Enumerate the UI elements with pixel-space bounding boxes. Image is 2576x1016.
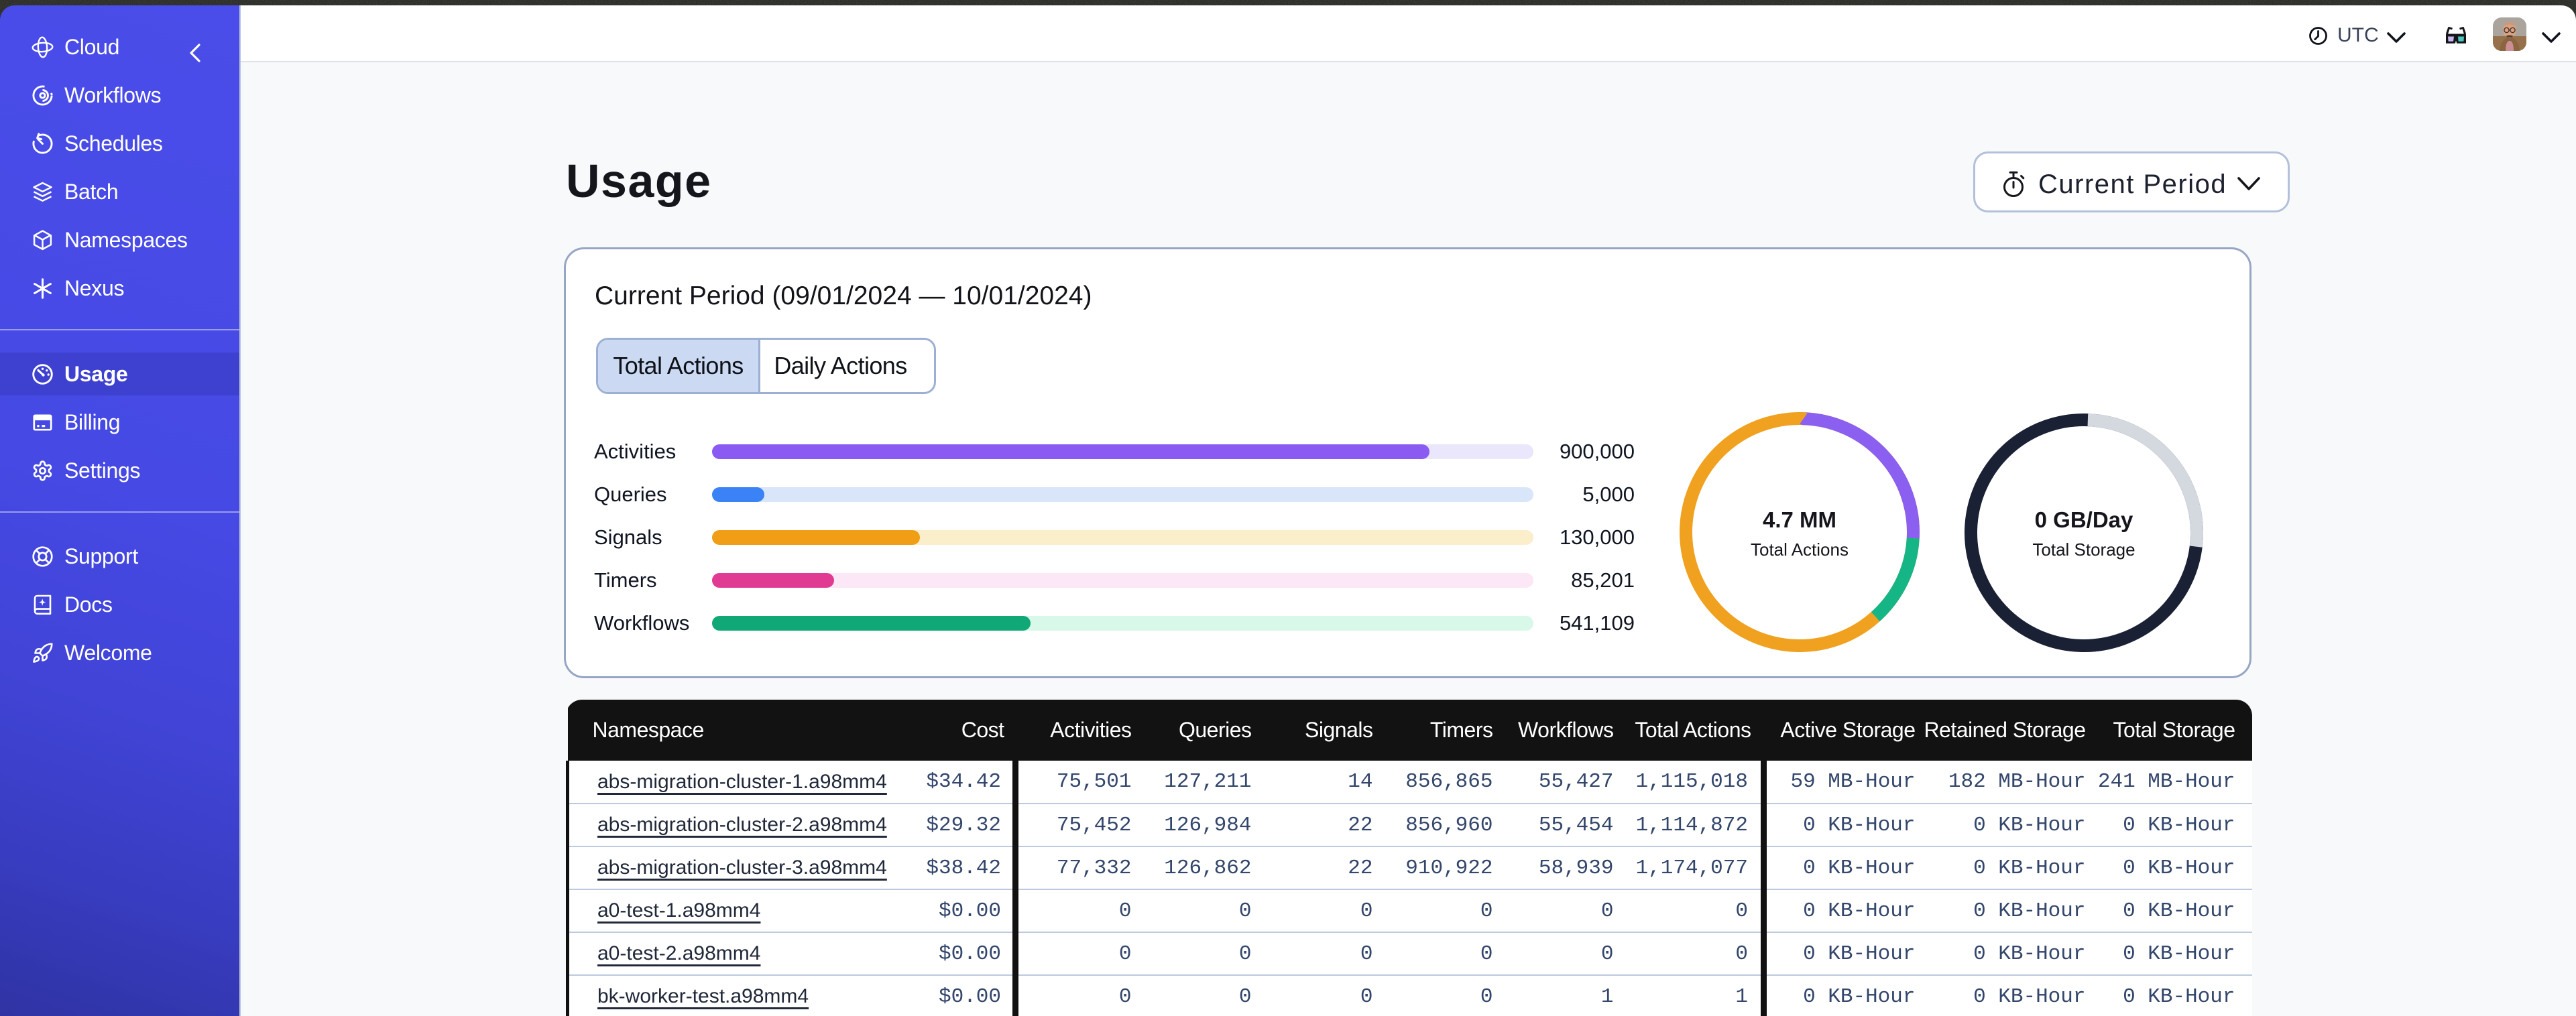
svg-text:Total Storage: Total Storage bbox=[2032, 539, 2135, 560]
svg-text:0 GB/Day: 0 GB/Day bbox=[2035, 507, 2133, 532]
svg-text:Total Actions: Total Actions bbox=[1751, 539, 1849, 560]
svg-text:4.7 MM: 4.7 MM bbox=[1763, 507, 1836, 532]
